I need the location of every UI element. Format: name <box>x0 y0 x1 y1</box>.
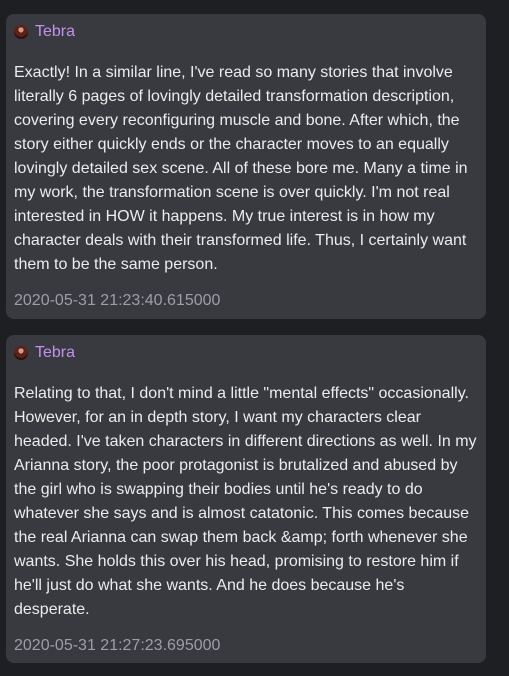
message-card: Tebra Relating to that, I don't mind a l… <box>6 335 486 663</box>
author-name[interactable]: Tebra <box>35 23 75 41</box>
message-card: Tebra Exactly! In a similar line, I've r… <box>6 14 486 319</box>
message-content: Relating to that, I don't mind a little … <box>14 385 477 618</box>
message-header: Tebra <box>14 344 478 362</box>
message-feed: Tebra Exactly! In a similar line, I've r… <box>0 0 509 676</box>
message-content: Exactly! In a similar line, I've read so… <box>14 64 468 273</box>
message-header: Tebra <box>14 23 478 41</box>
message-timestamp: 2020-05-31 21:23:40.615000 <box>14 292 221 309</box>
user-avatar-icon[interactable] <box>14 25 28 39</box>
user-avatar-icon[interactable] <box>14 346 28 360</box>
message-timestamp: 2020-05-31 21:27:23.695000 <box>14 637 221 654</box>
author-name[interactable]: Tebra <box>35 344 75 362</box>
